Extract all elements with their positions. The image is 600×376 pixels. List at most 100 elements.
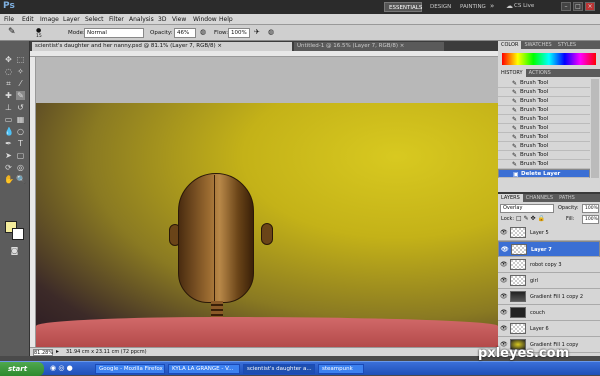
menu-analysis[interactable]: Analysis	[129, 15, 154, 24]
eyedropper-tool-icon[interactable]: ⁄	[16, 79, 25, 88]
eye-icon[interactable]: 👁	[500, 225, 508, 241]
history-item[interactable]: ✎ Brush Tool	[498, 151, 590, 160]
cs-live-button[interactable]: CS Live	[514, 3, 534, 9]
history-item[interactable]: ✎ Brush Tool	[498, 115, 590, 124]
flow-field[interactable]: 100%	[228, 28, 250, 38]
gradient-tool-icon[interactable]: ▦	[16, 115, 25, 124]
menu-window[interactable]: Window	[193, 15, 217, 24]
eye-icon[interactable]: 👁	[500, 289, 508, 305]
layer-row[interactable]: 👁 Gradient Fill 1 copy 2	[498, 289, 600, 305]
eye-icon[interactable]: 👁	[500, 257, 508, 273]
layer-row[interactable]: 👁 couch	[498, 305, 600, 321]
tab-untitled-1[interactable]: Untitled-1 @ 16.5% (Layer 7, RGB/8) ×	[294, 42, 444, 51]
tab-layers[interactable]: LAYERS	[498, 194, 523, 202]
cs-live-icon[interactable]: ☁	[506, 2, 513, 10]
healing-tool-icon[interactable]: ✚	[4, 91, 13, 100]
history-item[interactable]: ✎ Brush Tool	[498, 88, 590, 97]
history-scrollbar[interactable]	[591, 79, 599, 178]
menu-3d[interactable]: 3D	[158, 15, 166, 24]
workspace-essentials-button[interactable]: ESSENTIALS	[384, 2, 422, 12]
quick-select-tool-icon[interactable]: ✧	[16, 67, 25, 76]
tab-channels[interactable]: CHANNELS	[523, 194, 556, 202]
blur-tool-icon[interactable]: 💧	[4, 127, 14, 136]
zoom-tool-icon[interactable]: 🔍	[16, 175, 26, 184]
close-button[interactable]: ×	[585, 2, 595, 11]
lasso-tool-icon[interactable]: ◌	[4, 67, 13, 76]
taskbar-firefox[interactable]: Google - Mozilla Firefox	[95, 364, 165, 374]
history-item[interactable]: ✎ Brush Tool	[498, 79, 590, 88]
layer-row[interactable]: 👁 girl	[498, 273, 600, 289]
workspace-design-button[interactable]: DESIGN	[426, 2, 452, 12]
history-item[interactable]: ✎ Brush Tool	[498, 124, 590, 133]
tab-color[interactable]: COLOR	[498, 41, 522, 49]
eye-icon[interactable]: 👁	[500, 305, 508, 321]
blend-mode-select[interactable]: Overlay	[500, 204, 554, 213]
taskbar-steampunk[interactable]: steampunk	[318, 364, 364, 374]
doc-info-icon[interactable]: ▸	[56, 348, 59, 355]
quick-mask-icon[interactable]: ◙	[10, 246, 19, 255]
more-workspaces-icon[interactable]: »	[490, 2, 494, 10]
menu-view[interactable]: View	[172, 15, 186, 24]
history-item[interactable]: ✎ Brush Tool	[498, 133, 590, 142]
tab-paths[interactable]: PATHS	[556, 194, 578, 202]
tab-scientists-daughter[interactable]: scientist's daughter and her nanny.psd @…	[32, 42, 292, 51]
menu-layer[interactable]: Layer	[63, 15, 80, 24]
tab-history[interactable]: HISTORY	[498, 69, 526, 77]
layer-row[interactable]: 👁 robot copy 3	[498, 257, 600, 273]
layer-opacity-field[interactable]: 100%	[582, 204, 599, 213]
tab-actions[interactable]: ACTIONS	[526, 69, 554, 77]
history-brush-tool-icon[interactable]: ↺	[16, 103, 25, 112]
layer-row-selected[interactable]: 👁 Layer 7	[498, 241, 600, 257]
shape-tool-icon[interactable]: ▢	[16, 151, 25, 160]
eye-icon[interactable]: 👁	[500, 273, 508, 289]
path-select-tool-icon[interactable]: ➤	[4, 151, 13, 160]
menu-help[interactable]: Help	[219, 15, 233, 24]
pressure-size-icon[interactable]: ◍	[268, 27, 274, 37]
layer-row[interactable]: 👁 Layer 6	[498, 321, 600, 337]
menu-edit[interactable]: Edit	[22, 15, 34, 24]
tab-styles[interactable]: STYLES	[555, 41, 579, 49]
menu-filter[interactable]: Filter	[109, 15, 124, 24]
lock-icons[interactable]: □ ✎ ✥ 🔒	[516, 215, 545, 222]
start-button[interactable]: start	[0, 362, 44, 376]
menu-select[interactable]: Select	[85, 15, 104, 24]
workspace-painting-button[interactable]: PAINTING	[456, 2, 488, 12]
quick-launch-icons[interactable]: ◉ ◎ ●	[50, 364, 73, 372]
eye-icon[interactable]: 👁	[500, 321, 508, 337]
menu-file[interactable]: File	[4, 15, 14, 24]
maximize-button[interactable]: □	[573, 2, 583, 11]
color-ramp[interactable]	[502, 53, 596, 65]
taskbar-kyla[interactable]: KYLA LA GRANGE - V...	[168, 364, 240, 374]
opacity-field[interactable]: 46%	[174, 28, 196, 38]
brush-tool-icon[interactable]: ✎	[16, 91, 25, 100]
pen-tool-icon[interactable]: ✒	[4, 139, 13, 148]
background-color-swatch[interactable]	[12, 228, 24, 240]
type-tool-icon[interactable]: T	[16, 139, 25, 148]
dodge-tool-icon[interactable]: ○	[16, 127, 25, 136]
hand-tool-icon[interactable]: ✋	[4, 175, 14, 184]
taskbar-photoshop[interactable]: scientist's daughter a...	[243, 364, 315, 374]
marquee-tool-icon[interactable]: ⬚	[16, 55, 25, 64]
3d-orbit-tool-icon[interactable]: ◎	[16, 163, 25, 172]
history-item[interactable]: ✎ Brush Tool	[498, 106, 590, 115]
history-item[interactable]: ✎ Brush Tool	[498, 160, 590, 169]
history-item[interactable]: ✎ Brush Tool	[498, 97, 590, 106]
eye-icon[interactable]: 👁	[501, 242, 509, 258]
move-tool-icon[interactable]: ✥	[4, 55, 13, 64]
crop-tool-icon[interactable]: ⌗	[4, 79, 13, 88]
layer-row[interactable]: 👁 Layer 5	[498, 225, 600, 241]
menu-image[interactable]: Image	[40, 15, 59, 24]
mode-select[interactable]: Normal	[84, 28, 144, 38]
airbrush-icon[interactable]: ✈	[254, 27, 260, 37]
eraser-tool-icon[interactable]: ▭	[4, 115, 13, 124]
tab-swatches[interactable]: SWATCHES	[521, 41, 554, 49]
minimize-button[interactable]: –	[561, 2, 571, 11]
history-item-selected[interactable]: ▣ Delete Layer	[498, 169, 590, 178]
pressure-opacity-icon[interactable]: ◍	[200, 27, 206, 37]
history-item[interactable]: ✎ Brush Tool	[498, 142, 590, 151]
zoom-field[interactable]: 81.28%	[33, 349, 53, 356]
3d-rotate-tool-icon[interactable]: ⟳	[4, 163, 13, 172]
document-canvas[interactable]	[36, 57, 498, 347]
brush-tool-preset-icon[interactable]: ✎	[8, 27, 16, 37]
fill-field[interactable]: 100%	[582, 215, 599, 224]
